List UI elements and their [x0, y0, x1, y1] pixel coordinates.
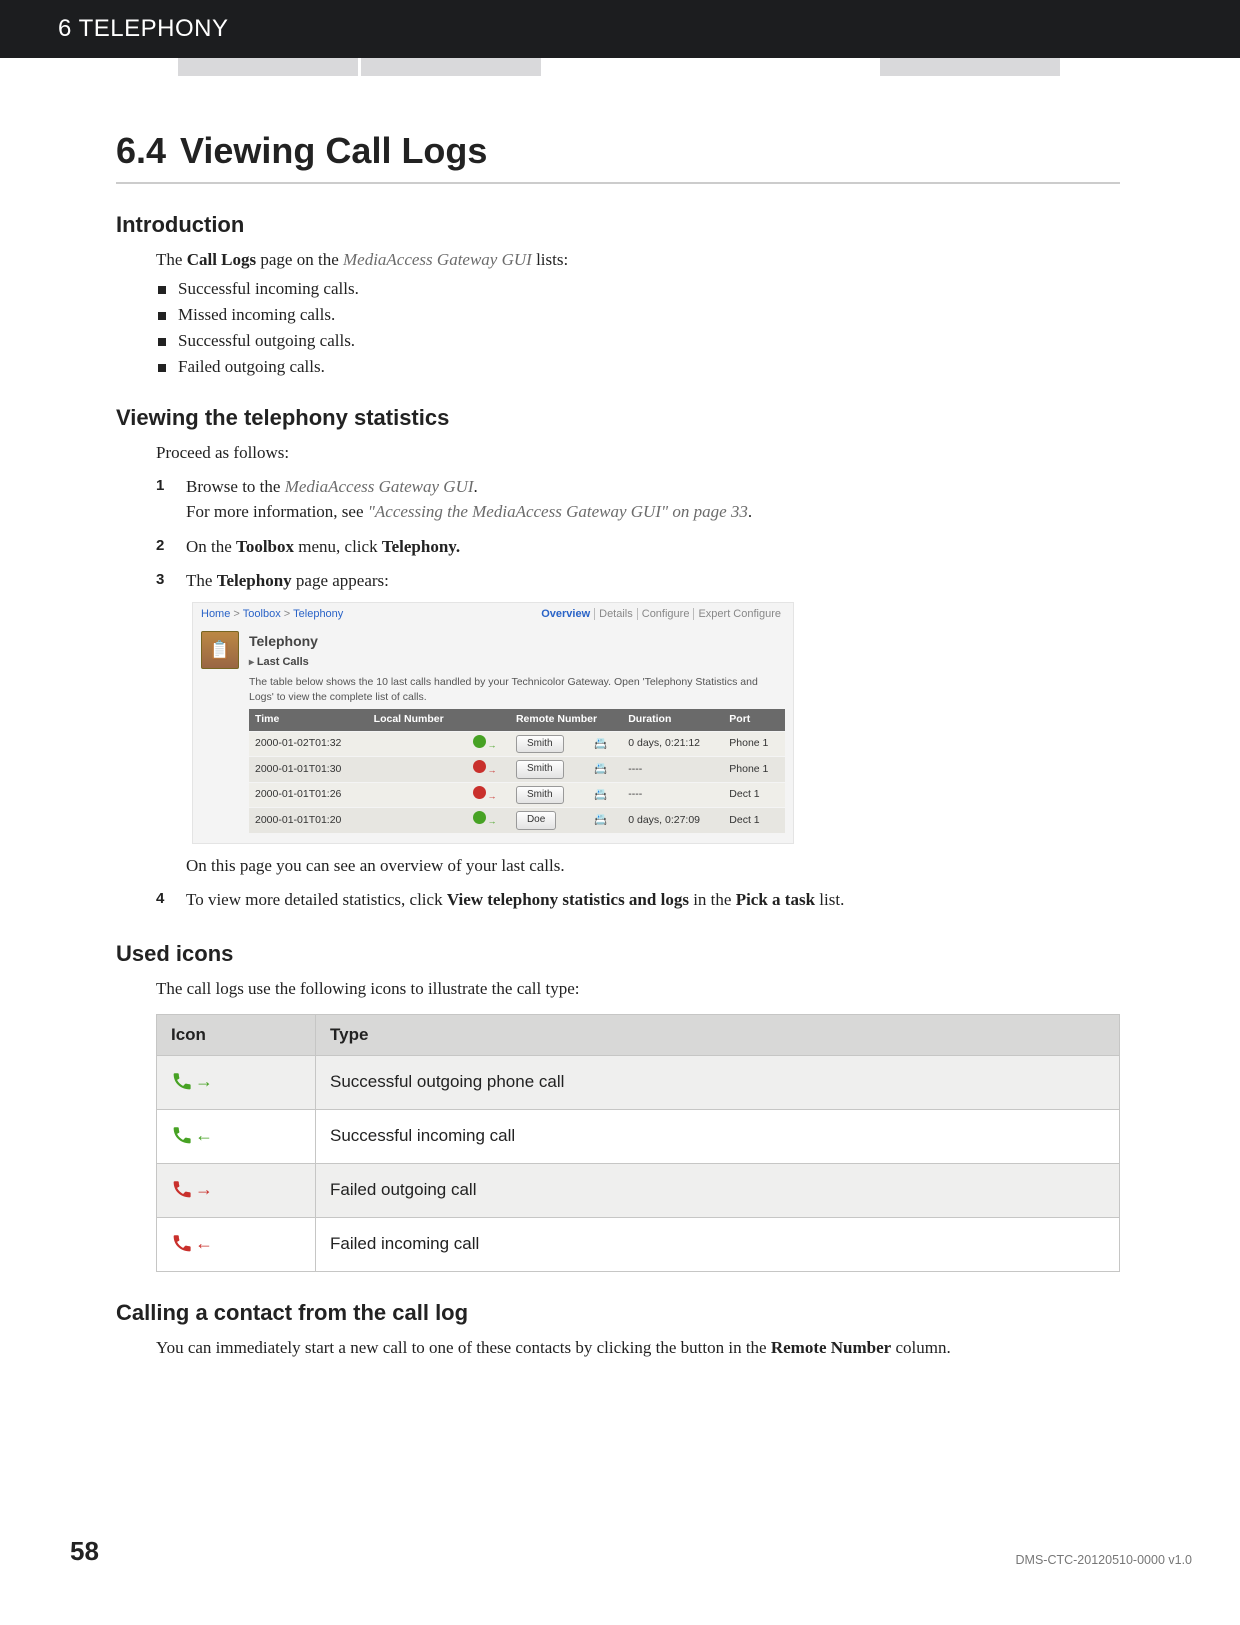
table-row: 2000-01-01T01:30 → Smith 📇 ---- Phone 1: [249, 757, 785, 783]
step-3: The Telephony page appears: Home>Toolbox…: [156, 569, 1120, 878]
table-row: 2000-01-01T01:26 → Smith 📇 ---- Dect 1: [249, 782, 785, 808]
last-calls-heading: Last Calls: [249, 655, 785, 671]
contact-card-icon: 📇: [594, 737, 608, 751]
tab-configure[interactable]: Configure: [637, 608, 694, 620]
table-row: 2000-01-01T01:20 → Doe 📇 0 days, 0:27:09…: [249, 808, 785, 833]
page-footer: 58 DMS-CTC-20120510-0000 v1.0: [0, 1406, 1240, 1589]
decorative-tabs: [0, 58, 1240, 78]
list-item: Failed outgoing calls.: [156, 357, 1120, 377]
intro-lead: The Call Logs page on the MediaAccess Ga…: [156, 248, 1120, 273]
viewing-heading: Viewing the telephony statistics: [116, 405, 1120, 431]
col-time: Time: [249, 709, 368, 731]
legend-col-icon: Icon: [157, 1014, 316, 1055]
step-3-note: On this page you can see an overview of …: [186, 856, 565, 875]
step-4: To view more detailed statistics, click …: [156, 888, 1120, 913]
table-row: 2000-01-02T01:32 → Smith 📇 0 days, 0:21:…: [249, 731, 785, 757]
legend-label: Failed incoming call: [316, 1217, 1120, 1271]
col-remote: Remote Number: [510, 709, 622, 731]
table-row: ← Failed incoming call: [157, 1217, 1120, 1271]
col-local: Local Number: [368, 709, 467, 731]
breadcrumb-toolbox[interactable]: Toolbox: [243, 608, 281, 620]
col-port: Port: [723, 709, 785, 731]
tab-expert-configure[interactable]: Expert Configure: [693, 608, 785, 620]
section-title-text: Viewing Call Logs: [180, 130, 487, 171]
failed-outgoing-icon: →: [171, 1176, 205, 1202]
remote-contact-button[interactable]: Smith: [516, 735, 564, 754]
step-2: On the Toolbox menu, click Telephony.: [156, 535, 1120, 560]
legend-label: Successful incoming call: [316, 1109, 1120, 1163]
breadcrumb-home[interactable]: Home: [201, 608, 230, 620]
list-item: Successful incoming calls.: [156, 279, 1120, 299]
legend-col-type: Type: [316, 1014, 1120, 1055]
intro-heading: Introduction: [116, 212, 1120, 238]
contact-card-icon: 📇: [594, 762, 608, 776]
contact-card-icon: 📇: [594, 813, 608, 827]
table-row: → Successful outgoing phone call: [157, 1055, 1120, 1109]
telephony-gui-screenshot: Home>Toolbox>Telephony OverviewDetailsCo…: [192, 602, 794, 844]
last-calls-table: Time Local Number Remote Number Duration…: [249, 709, 785, 832]
document-id: DMS-CTC-20120510-0000 v1.0: [1016, 1553, 1192, 1567]
telephony-category-icon: 📋: [201, 631, 239, 669]
icon-legend-table: Icon Type → Successful outgoing phone ca…: [156, 1014, 1120, 1272]
table-description: The table below shows the 10 last calls …: [249, 675, 785, 705]
call-direction-icon: [473, 811, 486, 824]
col-direction: [467, 709, 510, 731]
successful-outgoing-icon: →: [171, 1068, 205, 1094]
remote-contact-button[interactable]: Smith: [516, 786, 564, 805]
step-1: Browse to the MediaAccess Gateway GUI. F…: [156, 475, 1120, 524]
call-direction-icon: [473, 760, 486, 773]
successful-incoming-icon: ←: [171, 1122, 205, 1148]
list-item: Successful outgoing calls.: [156, 331, 1120, 351]
intro-list: Successful incoming calls. Missed incomi…: [156, 279, 1120, 377]
chapter-label: 6 TELEPHONY: [58, 15, 228, 43]
failed-incoming-icon: ←: [171, 1230, 205, 1256]
viewing-lead: Proceed as follows:: [156, 441, 1120, 466]
legend-label: Failed outgoing call: [316, 1163, 1120, 1217]
tab-overview[interactable]: Overview: [537, 608, 594, 620]
legend-label: Successful outgoing phone call: [316, 1055, 1120, 1109]
icons-heading: Used icons: [116, 941, 1120, 967]
table-row: ← Successful incoming call: [157, 1109, 1120, 1163]
calling-text: You can immediately start a new call to …: [156, 1336, 1120, 1361]
calling-heading: Calling a contact from the call log: [116, 1300, 1120, 1326]
list-item: Missed incoming calls.: [156, 305, 1120, 325]
breadcrumb-telephony[interactable]: Telephony: [293, 608, 343, 620]
icons-lead: The call logs use the following icons to…: [156, 977, 1120, 1002]
panel-title: Telephony: [249, 631, 785, 651]
call-direction-icon: [473, 735, 486, 748]
tab-details[interactable]: Details: [594, 608, 637, 620]
section-heading: 6.4 Viewing Call Logs: [116, 130, 1120, 184]
col-duration: Duration: [622, 709, 723, 731]
table-row: → Failed outgoing call: [157, 1163, 1120, 1217]
page-content: 6.4 Viewing Call Logs Introduction The Ca…: [0, 78, 1240, 1406]
section-number: 6.4: [116, 130, 166, 171]
page-number: 58: [70, 1536, 99, 1567]
cross-ref: "Accessing the MediaAccess Gateway GUI" …: [368, 502, 748, 521]
remote-contact-button[interactable]: Doe: [516, 811, 556, 830]
contact-card-icon: 📇: [594, 788, 608, 802]
gui-breadcrumb: Home>Toolbox>Telephony OverviewDetailsCo…: [193, 603, 793, 627]
chapter-header: 6 TELEPHONY: [0, 0, 1240, 58]
steps-list: Browse to the MediaAccess Gateway GUI. F…: [156, 475, 1120, 913]
call-direction-icon: [473, 786, 486, 799]
remote-contact-button[interactable]: Smith: [516, 760, 564, 779]
